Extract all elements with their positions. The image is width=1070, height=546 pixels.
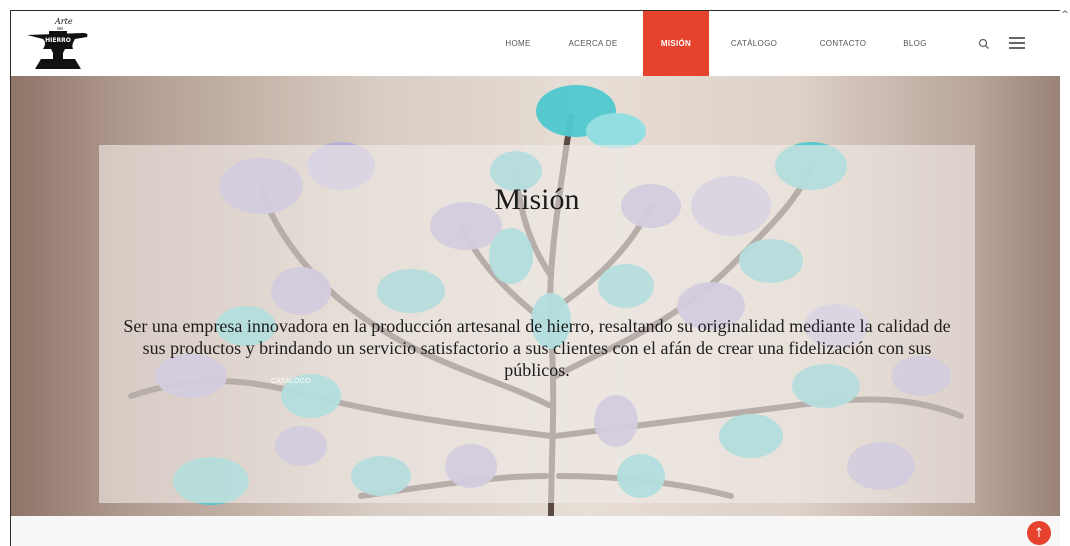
nav-blog[interactable]: BLOG xyxy=(887,11,943,76)
search-icon[interactable] xyxy=(977,37,991,51)
svg-text:Arte: Arte xyxy=(54,17,73,26)
nav-about[interactable]: ACERCA DE xyxy=(543,11,643,76)
svg-text:HIERRO: HIERRO xyxy=(45,37,71,44)
hamburger-menu-icon[interactable] xyxy=(1009,37,1025,51)
main-nav: HOME ACERCA DE MISIÓN CATÁLOGO CONTACTO … xyxy=(493,11,943,76)
scrollbar-up-arrow-icon[interactable]: ^ xyxy=(1060,10,1070,24)
svg-text:del: del xyxy=(57,26,63,31)
hero-section: Misión Ser una empresa innovadora en la … xyxy=(11,76,1060,516)
mission-overlay-panel: Misión Ser una empresa innovadora en la … xyxy=(99,145,975,503)
browser-viewport: Arte del HIERRO HOME ACERCA DE MISIÓN CA… xyxy=(10,10,1060,546)
mission-title: Misión xyxy=(494,183,580,216)
brand-logo[interactable]: Arte del HIERRO xyxy=(25,15,93,73)
site-header: Arte del HIERRO HOME ACERCA DE MISIÓN CA… xyxy=(11,11,1060,76)
scroll-to-top-button[interactable]: ↑ xyxy=(1027,521,1051,545)
anvil-logo-icon: Arte del HIERRO xyxy=(27,17,88,69)
page-bottom-strip xyxy=(11,516,1060,546)
mission-statement: Ser una empresa innovadora en la producc… xyxy=(123,316,951,380)
nav-catalog[interactable]: CATÁLOGO xyxy=(709,11,799,76)
arrow-up-icon: ↑ xyxy=(1033,525,1045,541)
nav-mission[interactable]: MISIÓN xyxy=(643,11,709,76)
nav-contact[interactable]: CONTACTO xyxy=(799,11,887,76)
nav-home[interactable]: HOME xyxy=(493,11,543,76)
ghost-catalog-label: CATÁLOGO xyxy=(271,378,311,385)
